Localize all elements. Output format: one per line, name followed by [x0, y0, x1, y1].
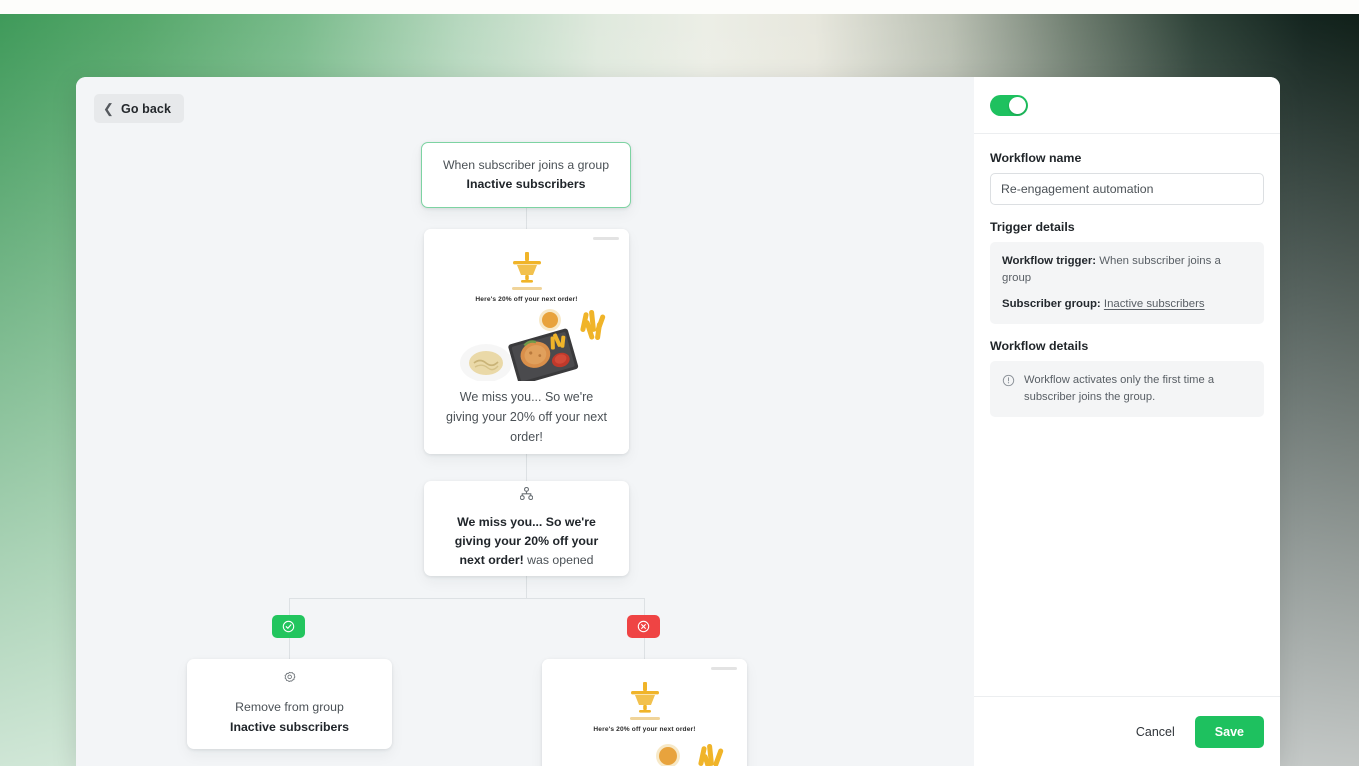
email-food-photo [424, 308, 629, 381]
connector-condition-split [526, 576, 527, 598]
branch-icon [519, 486, 534, 505]
workflow-enabled-toggle[interactable] [990, 94, 1028, 116]
node-trigger-text: When subscriber joins a group Inactive s… [442, 157, 610, 191]
branch-badge-no[interactable] [627, 615, 660, 638]
workflow-details-label: Workflow details [990, 339, 1089, 354]
top-strip [0, 0, 1359, 14]
email-body-text: We miss you... So we're giving your 20% … [446, 390, 607, 444]
node-action-group: Inactive subscribers [230, 719, 349, 734]
email-preview: Here's 20% off your next order! [424, 229, 629, 381]
trigger-details-box: Workflow trigger: When subscriber joins … [990, 242, 1264, 325]
email-preview-secondary: Here's 20% off your next order! [542, 659, 747, 766]
workflow-details-text: Workflow activates only the first time a… [1024, 374, 1215, 404]
workflow-flow: When subscriber joins a group Inactive s… [76, 77, 974, 766]
email-preview-tag [593, 237, 619, 240]
trigger-row-subscriber-group: Subscriber group: Inactive subscribers [1002, 296, 1252, 313]
trigger-row-label: Workflow trigger: [1002, 255, 1097, 267]
email-headline-secondary: Here's 20% off your next order! [593, 726, 696, 733]
node-email[interactable]: Here's 20% off your next order! We miss … [424, 229, 629, 454]
node-action-remove-from-group[interactable]: Remove from group Inactive subscribers [187, 659, 392, 749]
email-preview-tag [711, 667, 737, 670]
email-body: We miss you... So we're giving your 20% … [424, 381, 629, 454]
app-window: ❮ Go back When subscriber joins a group … [76, 77, 1280, 766]
connector-branch-bar [289, 598, 644, 599]
workflow-name-label: Workflow name [990, 151, 1082, 165]
info-icon [1002, 375, 1015, 387]
branch-badge-yes[interactable] [272, 615, 305, 638]
connector-trigger-email [526, 208, 527, 229]
brand-logo-icon [512, 252, 541, 283]
check-circle-icon [282, 620, 295, 633]
screen: ❮ Go back When subscriber joins a group … [0, 0, 1359, 766]
node-condition[interactable]: We miss you... So we're giving your 20% … [424, 481, 629, 576]
node-trigger-group: Inactive subscribers [466, 177, 586, 191]
panel-header [974, 77, 1280, 134]
cancel-button[interactable]: Cancel [1124, 717, 1187, 747]
toggle-knob [1009, 96, 1026, 114]
trigger-row-label: Subscriber group: [1002, 298, 1101, 311]
email-food-photo-secondary [542, 738, 747, 766]
save-button[interactable]: Save [1194, 715, 1264, 748]
trigger-details-label: Trigger details [990, 220, 1075, 234]
gear-icon [283, 671, 296, 689]
panel-footer: Cancel Save [974, 696, 1280, 766]
close-circle-icon [637, 620, 650, 633]
workflow-details-box: Workflow activates only the first time a… [990, 361, 1264, 417]
panel-body: Workflow name Trigger details Workflow t… [974, 134, 1280, 696]
settings-panel: Workflow name Trigger details Workflow t… [974, 77, 1280, 766]
node-trigger[interactable]: When subscriber joins a group Inactive s… [421, 142, 631, 208]
email-divider [629, 717, 660, 720]
node-action-text: Remove from group Inactive subscribers [230, 699, 349, 734]
node-email-secondary[interactable]: Here's 20% off your next order! [542, 659, 747, 766]
email-divider [511, 287, 542, 290]
node-condition-text: We miss you... So we're giving your 20% … [454, 514, 599, 568]
subscriber-group-link[interactable]: Inactive subscribers [1104, 298, 1205, 310]
brand-logo-icon [630, 682, 659, 713]
workflow-canvas[interactable]: ❮ Go back When subscriber joins a group … [76, 77, 974, 766]
email-headline: Here's 20% off your next order! [475, 296, 578, 303]
workflow-name-input[interactable] [990, 173, 1264, 205]
trigger-row-workflow-trigger: Workflow trigger: When subscriber joins … [1002, 253, 1252, 287]
connector-email-condition [526, 454, 527, 481]
